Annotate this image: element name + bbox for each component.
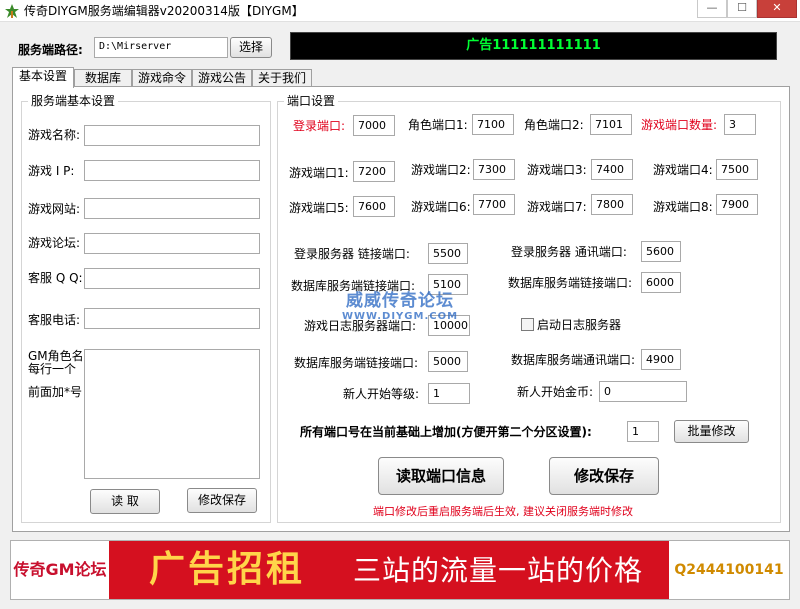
tab-basic-settings[interactable]: 基本设置 (12, 67, 74, 88)
log-server-port-label: 游戏日志服务器端口: (304, 319, 417, 333)
role-port2-label: 角色端口2: (524, 118, 584, 132)
login-comm-port-input[interactable]: 5600 (641, 241, 681, 262)
maximize-icon: ☐ (737, 1, 747, 14)
login-port-label: 登录端口: (293, 119, 346, 133)
batch-increase-input[interactable]: 1 (627, 421, 659, 442)
close-button[interactable]: ✕ (757, 0, 797, 18)
tab-game-commands[interactable]: 游戏命令 (132, 69, 192, 87)
game-port1-input[interactable]: 7200 (353, 161, 395, 182)
role-port2-input[interactable]: 7101 (590, 114, 632, 135)
game-port6-label: 游戏端口6: (411, 200, 471, 214)
port-settings-group: 端口设置 登录端口: 7000 角色端口1: 7100 角色端口2: 7101 … (277, 94, 781, 523)
ad-slogan: 三站的流量一站的价格 (353, 554, 644, 587)
game-ip-label: 游戏 I P: (28, 164, 75, 178)
game-port7-input[interactable]: 7800 (591, 194, 633, 215)
close-icon: ✕ (772, 1, 782, 14)
role-port1-label: 角色端口1: (408, 118, 468, 132)
basic-settings-title: 服务端基本设置 (28, 94, 119, 108)
tab-about-us[interactable]: 关于我们 (252, 69, 312, 87)
game-port8-input[interactable]: 7900 (716, 194, 758, 215)
save-basic-button[interactable]: 修改保存 (187, 488, 257, 513)
port-settings-title: 端口设置 (284, 94, 339, 108)
db-link-port-label-c: 数据库服务端链接端口: (294, 356, 419, 370)
batch-modify-button[interactable]: 批量修改 (674, 420, 749, 443)
batch-increase-label: 所有端口号在当前基础上增加(方便开第二个分区设置): (300, 425, 592, 439)
db-comm-port-input[interactable]: 4900 (641, 349, 681, 370)
read-port-info-button[interactable]: 读取端口信息 (378, 457, 504, 495)
gm-names-label-line2: 每行一个 (28, 362, 77, 376)
login-comm-port-label: 登录服务器 通讯端口: (511, 245, 627, 259)
tab-database[interactable]: 数据库 (74, 69, 132, 87)
service-qq-input[interactable] (84, 268, 260, 289)
new-player-gold-input[interactable]: 0 (599, 381, 687, 402)
server-path-label: 服务端路径: (18, 43, 83, 57)
db-comm-port-label: 数据库服务端通讯端口: (511, 353, 636, 367)
gm-names-textarea[interactable] (84, 349, 260, 479)
db-link-port-input-b[interactable]: 6000 (641, 272, 681, 293)
service-phone-input[interactable] (84, 308, 260, 329)
game-port3-input[interactable]: 7400 (591, 159, 633, 180)
minimize-button[interactable]: — (697, 0, 727, 18)
login-link-port-input[interactable]: 5500 (428, 243, 468, 264)
db-link-port-label-b: 数据库服务端链接端口: (508, 276, 633, 290)
game-port3-label: 游戏端口3: (527, 163, 587, 177)
game-port5-label: 游戏端口5: (289, 201, 349, 215)
browse-button[interactable]: 选择 (230, 37, 272, 58)
login-link-port-label: 登录服务器 链接端口: (294, 247, 410, 261)
role-port1-input[interactable]: 7100 (472, 114, 514, 135)
game-ip-input[interactable] (84, 160, 260, 181)
game-port-count-label: 游戏端口数量: (641, 118, 718, 132)
tab-panel: 服务端基本设置 游戏名称: 游戏 I P: 游戏网站: 游戏论坛: 客服 Q Q… (12, 86, 790, 532)
tab-game-notice[interactable]: 游戏公告 (192, 69, 252, 87)
start-log-server-checkbox[interactable] (521, 318, 534, 331)
game-port-count-input[interactable]: 3 (724, 114, 756, 135)
game-port4-input[interactable]: 7500 (716, 159, 758, 180)
maximize-button[interactable]: ☐ (727, 0, 757, 18)
new-player-level-label: 新人开始等级: (343, 387, 420, 401)
game-port8-label: 游戏端口8: (653, 200, 713, 214)
ad-contact-qq: Q2444100141 (669, 541, 789, 599)
start-log-server-label: 启动日志服务器 (537, 318, 622, 332)
read-basic-button[interactable]: 读 取 (90, 489, 160, 514)
basic-settings-group: 服务端基本设置 游戏名称: 游戏 I P: 游戏网站: 游戏论坛: 客服 Q Q… (21, 94, 271, 523)
game-port2-input[interactable]: 7300 (473, 159, 515, 180)
save-ports-button[interactable]: 修改保存 (549, 457, 659, 495)
game-forum-label: 游戏论坛: (28, 236, 81, 250)
db-link-port-input-c[interactable]: 5000 (428, 351, 468, 372)
login-port-input[interactable]: 7000 (353, 115, 395, 136)
log-server-port-input[interactable]: 10000 (428, 315, 470, 336)
game-port4-label: 游戏端口4: (653, 163, 713, 177)
server-path-input[interactable]: D:\Mirserver (94, 37, 228, 58)
game-name-input[interactable] (84, 125, 260, 146)
ad-banner: 广告111111111111 (290, 32, 777, 60)
game-port5-input[interactable]: 7600 (353, 196, 395, 217)
port-change-note: 端口修改后重启服务端后生效, 建议关闭服务端时修改 (373, 505, 633, 518)
game-forum-input[interactable] (84, 233, 260, 254)
db-link-port-label-a: 数据库服务端链接端口: (291, 279, 416, 293)
gm-names-label-line3: 前面加*号 (28, 385, 83, 399)
title-bar: 传奇DIYGM服务端编辑器v20200314版【DIYGM】 — ☐ ✕ (0, 0, 800, 22)
game-website-label: 游戏网站: (28, 202, 81, 216)
service-qq-label: 客服 Q Q: (28, 271, 83, 285)
game-website-input[interactable] (84, 198, 260, 219)
new-player-level-input[interactable]: 1 (428, 383, 470, 404)
bottom-ad-banner[interactable]: 传奇GM论坛 广告招租 三站的流量一站的价格 Q2444100141 (10, 540, 790, 600)
game-port7-label: 游戏端口7: (527, 200, 587, 214)
db-link-port-input-a[interactable]: 5100 (428, 274, 468, 295)
new-player-gold-label: 新人开始金币: (517, 385, 594, 399)
forum-logo-text: 传奇GM论坛 (11, 541, 109, 599)
ad-rental-title: 广告招租 (149, 549, 306, 590)
game-port1-label: 游戏端口1: (289, 166, 349, 180)
ad-rental-panel: 广告招租 三站的流量一站的价格 (109, 541, 669, 599)
game-port6-input[interactable]: 7700 (473, 194, 515, 215)
window-title: 传奇DIYGM服务端编辑器v20200314版【DIYGM】 (24, 4, 304, 18)
service-phone-label: 客服电话: (28, 313, 81, 327)
app-icon (5, 4, 19, 18)
minimize-icon: — (706, 1, 718, 14)
game-name-label: 游戏名称: (28, 128, 81, 142)
game-port2-label: 游戏端口2: (411, 163, 471, 177)
